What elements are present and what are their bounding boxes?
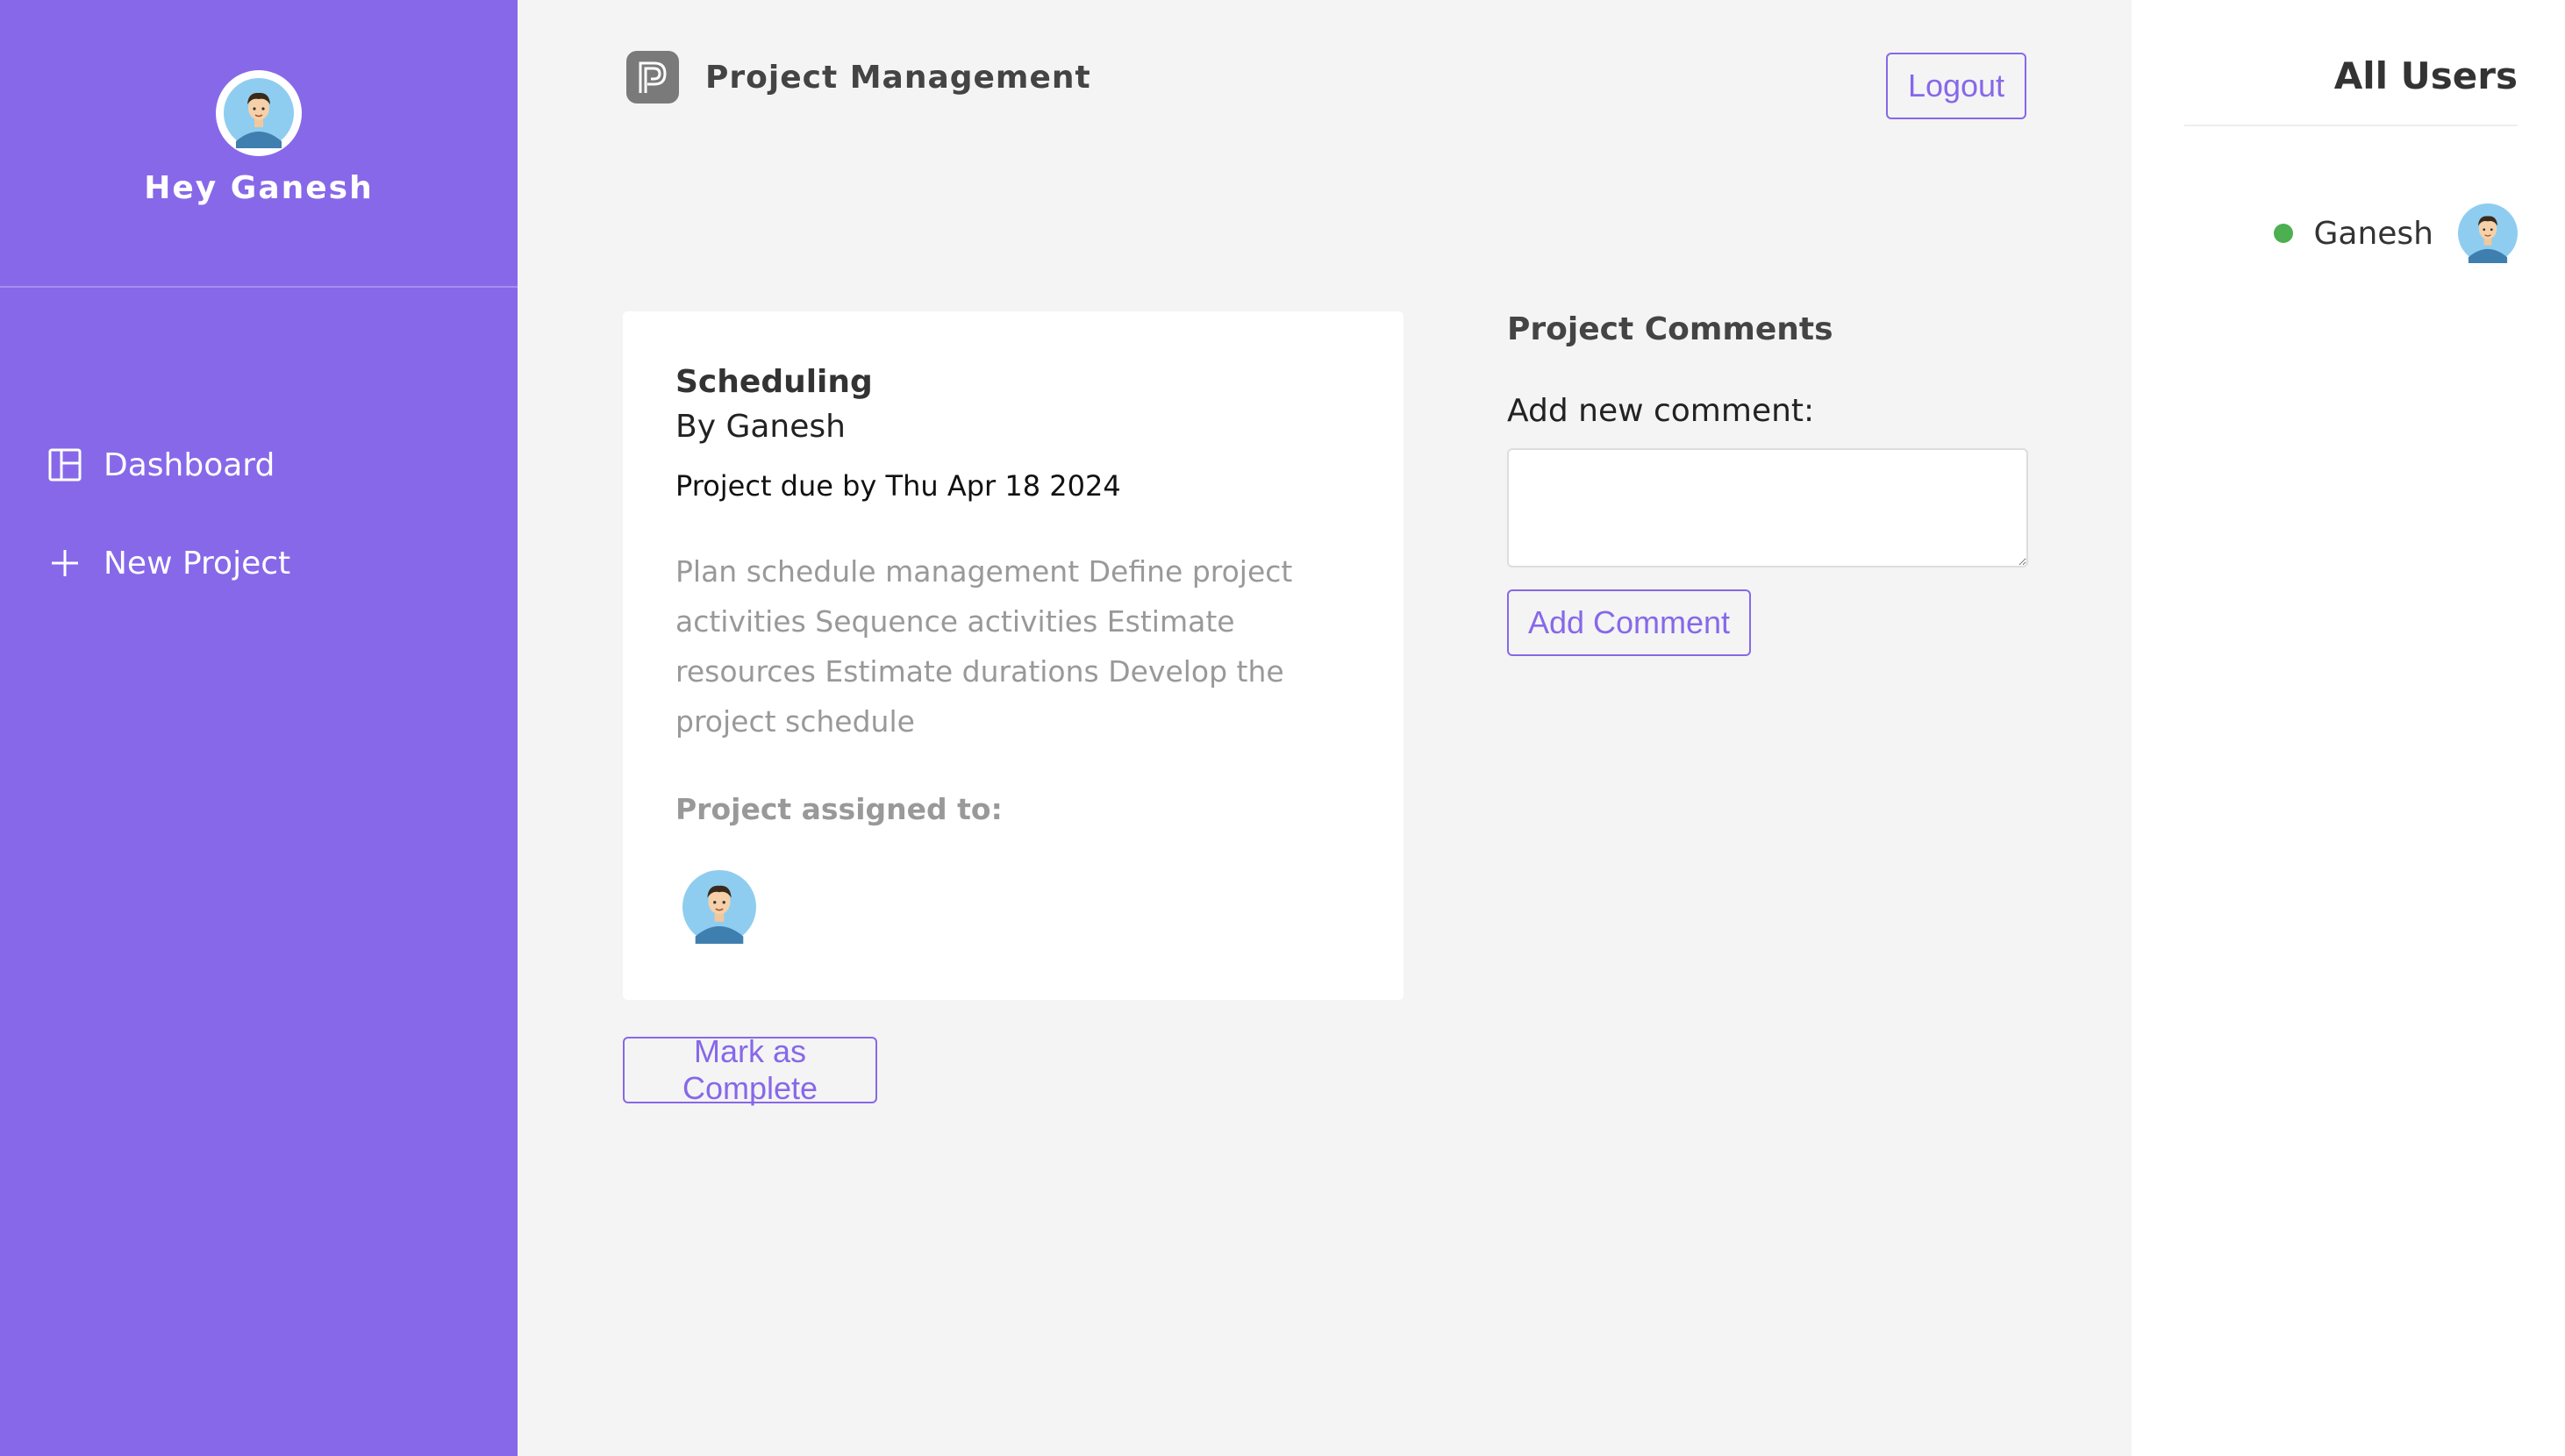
user-avatar [216, 70, 302, 156]
sidebar-item-label: New Project [104, 545, 291, 582]
avatar-icon [682, 870, 756, 944]
sidebar-item-new-project[interactable]: New Project [0, 537, 518, 589]
users-title: All Users [2333, 54, 2518, 97]
logout-button[interactable]: Logout [1886, 53, 2026, 119]
sidebar-user-block: Hey Ganesh [0, 0, 518, 288]
new-comment-label: Add new comment: [1507, 393, 1815, 429]
users-panel: All Users Ganesh [2132, 0, 2565, 1456]
online-status-dot [2273, 224, 2293, 243]
user-list-item: Ganesh [2273, 203, 2518, 263]
logo-icon [626, 51, 679, 103]
project-due-date: Project due by Thu Apr 18 2024 [675, 469, 1121, 503]
divider [2184, 125, 2518, 126]
project-description: Plan schedule management Define project … [675, 554, 1293, 739]
dashboard-icon [48, 448, 82, 482]
project-author: By Ganesh [675, 409, 846, 445]
plus-icon [52, 550, 78, 576]
avatar-icon [2458, 203, 2518, 263]
main-content: Project Management Logout Scheduling By … [518, 0, 2132, 1456]
sidebar: Hey Ganesh Dashboard New Project [0, 0, 518, 1456]
add-comment-button[interactable]: Add Comment [1507, 589, 1751, 656]
assigned-user-avatar [682, 870, 1351, 947]
avatar-icon [224, 78, 294, 148]
comments-title: Project Comments [1507, 311, 1833, 347]
project-card: Scheduling By Ganesh Project due by Thu … [623, 311, 1404, 1000]
sidebar-item-dashboard[interactable]: Dashboard [0, 439, 518, 491]
assigned-label: Project assigned to: [675, 792, 1003, 826]
project-title: Scheduling [675, 364, 873, 400]
app-title: Project Management [705, 59, 1091, 96]
brand: Project Management [626, 51, 1091, 103]
comments-section: Project Comments Add new comment: [1507, 311, 2028, 567]
user-name: Ganesh [2313, 215, 2434, 252]
mark-complete-button[interactable]: Mark as Complete [623, 1033, 877, 1106]
greeting: Hey Ganesh [144, 170, 374, 206]
sidebar-item-label: Dashboard [104, 446, 275, 483]
comment-textarea[interactable] [1507, 448, 2028, 567]
sidebar-nav: Dashboard New Project [0, 439, 518, 635]
